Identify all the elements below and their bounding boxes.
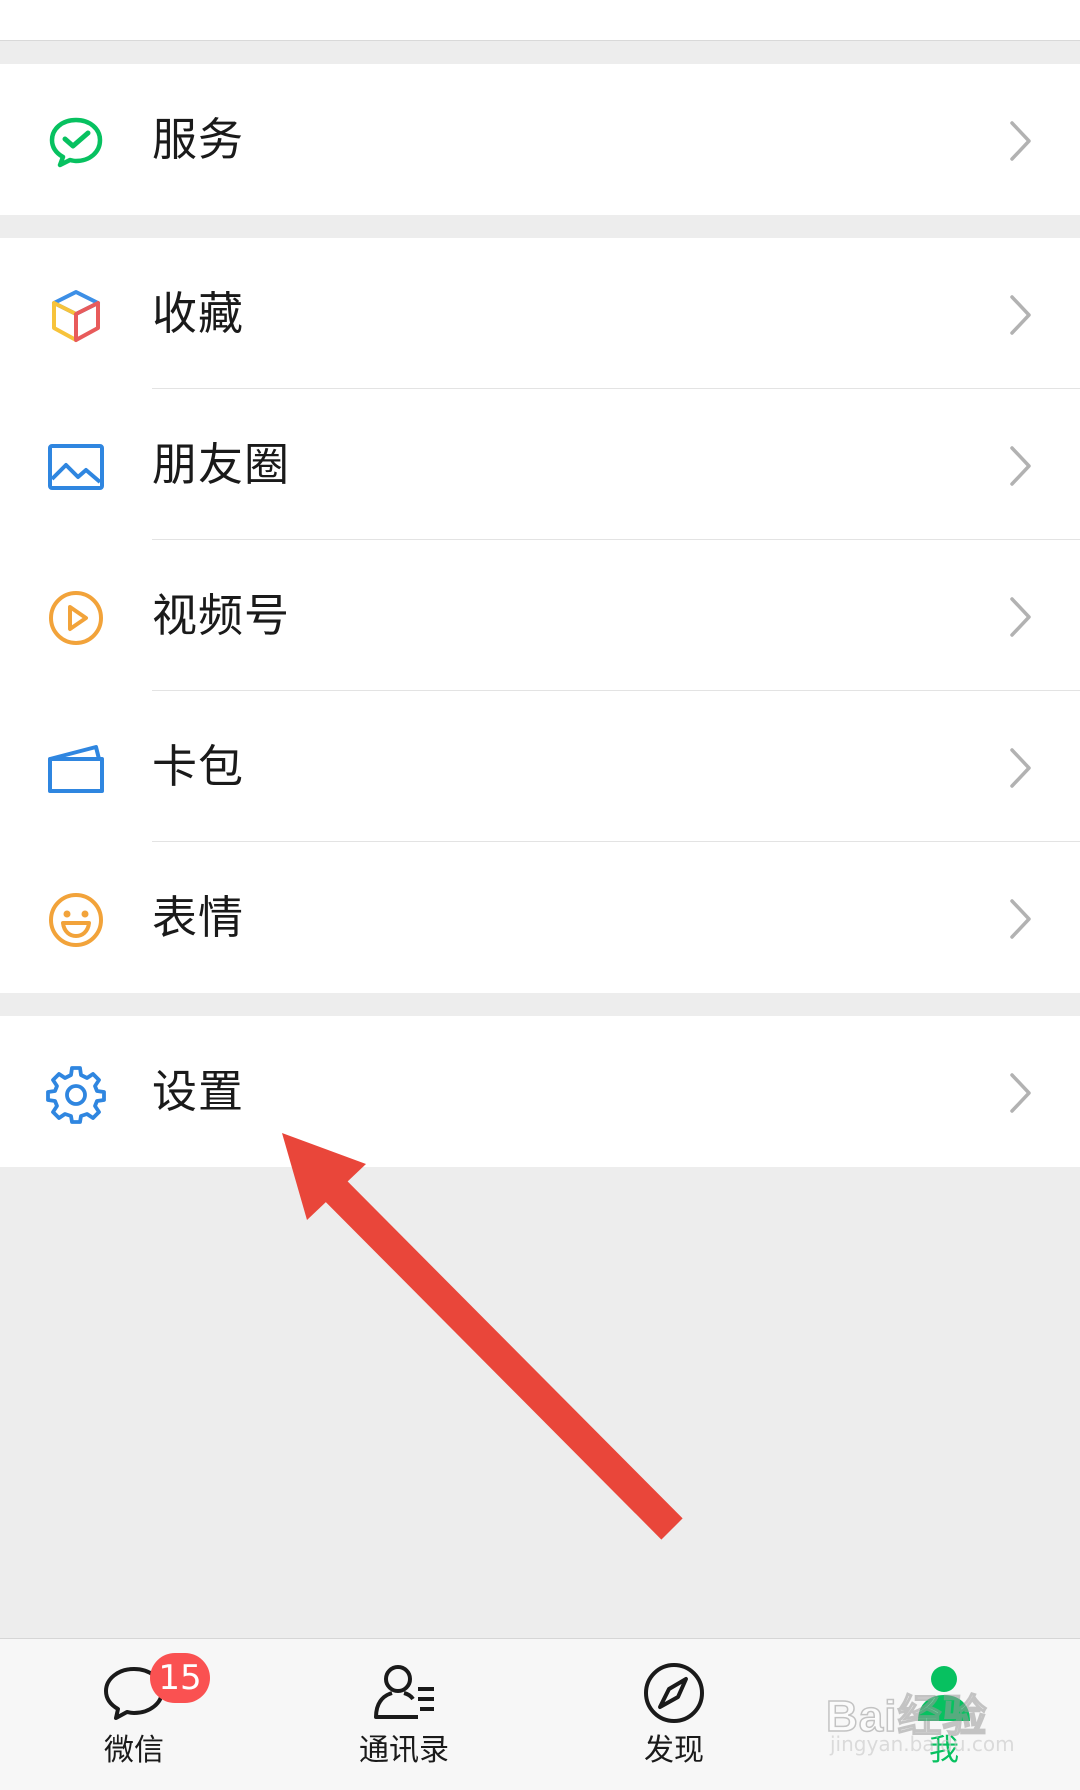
menu-item-label: 视频号 (152, 589, 291, 642)
sticker-smile-icon (46, 890, 106, 950)
menu-item-label: 朋友圈 (152, 438, 291, 491)
menu-item-channels[interactable]: 视频号 (0, 540, 1080, 691)
chevron-right-icon (1008, 595, 1034, 639)
unread-badge: 15 (150, 1653, 210, 1703)
watermark-url: jingyan.baidu.com (830, 1732, 1015, 1756)
contacts-icon (370, 1659, 438, 1727)
card-wallet-icon (46, 739, 106, 799)
tab-label: 发现 (644, 1733, 704, 1768)
menu-item-moments[interactable]: 朋友圈 (0, 389, 1080, 540)
menu-item-label: 收藏 (152, 287, 245, 340)
favorites-cube-icon (46, 286, 106, 346)
menu-item-label: 设置 (152, 1065, 245, 1118)
chevron-right-icon (1008, 119, 1034, 163)
moments-picture-icon (46, 437, 106, 497)
chevron-right-icon (1008, 746, 1034, 790)
menu-item-services[interactable]: 服务 (0, 64, 1080, 215)
baidu-watermark: Bai经验 jingyan.baidu.com (825, 1680, 1066, 1760)
wechat-pay-icon (46, 112, 106, 172)
top-strip (0, 0, 1080, 41)
menu-item-favorites[interactable]: 收藏 (0, 238, 1080, 389)
menu-item-stickers[interactable]: 表情 (0, 842, 1080, 993)
chevron-right-icon (1008, 1071, 1034, 1115)
menu-item-label: 表情 (152, 891, 245, 944)
gear-icon (46, 1064, 106, 1124)
tab-discover[interactable]: 发现 (574, 1639, 774, 1790)
menu-group-features: 收藏 朋友圈 视频号 卡包 表情 (0, 238, 1080, 993)
compass-icon (640, 1659, 708, 1727)
tab-contacts[interactable]: 通讯录 (304, 1639, 504, 1790)
menu-group-settings: 设置 (0, 1016, 1080, 1167)
menu-item-cards[interactable]: 卡包 (0, 691, 1080, 842)
menu-item-settings[interactable]: 设置 (0, 1016, 1080, 1167)
menu-group-services: 服务 (0, 64, 1080, 215)
chevron-right-icon (1008, 897, 1034, 941)
tab-chats[interactable]: 15 微信 (34, 1639, 234, 1790)
chevron-right-icon (1008, 444, 1034, 488)
menu-item-label: 服务 (152, 113, 245, 166)
channels-play-icon (46, 588, 106, 648)
tab-label: 通讯录 (359, 1733, 449, 1768)
menu-item-label: 卡包 (152, 740, 245, 793)
tab-label: 微信 (104, 1733, 164, 1768)
chevron-right-icon (1008, 293, 1034, 337)
